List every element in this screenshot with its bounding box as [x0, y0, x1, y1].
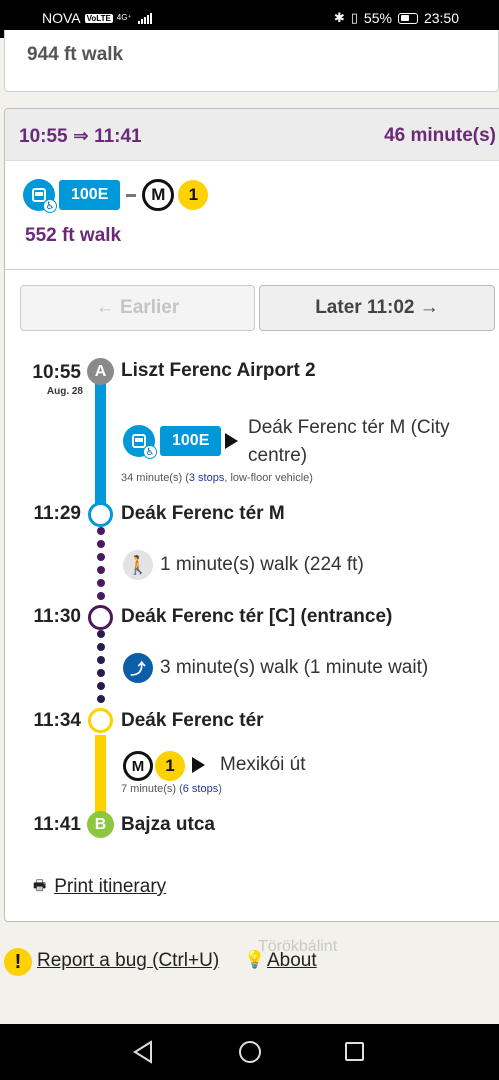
bus-leg-line [95, 377, 106, 515]
recents-icon[interactable] [345, 1042, 364, 1061]
status-right: ✱ ▯ 55% 23:50 [334, 10, 459, 26]
transfer-leg-dots [97, 630, 105, 708]
walk-leg-dots [97, 527, 105, 605]
bus-icon: ♿ [123, 425, 157, 459]
start-marker: A [87, 358, 114, 385]
end-marker: B [87, 811, 114, 838]
lightbulb-icon: 💡 [244, 950, 266, 969]
route-badge: 100E [160, 426, 222, 456]
leg-extra: , low-floor vehicle) [224, 472, 313, 484]
bluetooth-icon: ✱ [333, 10, 345, 25]
bus-icon: ♿ [23, 179, 57, 213]
stops-link[interactable]: 3 stops [189, 472, 224, 484]
warning-icon: ! [4, 948, 32, 976]
stop-node [88, 708, 113, 733]
route-badge: 100E [59, 180, 121, 210]
leg-duration: 34 minute(s) ( [121, 472, 189, 484]
metro-leg-line [95, 735, 106, 813]
metro-icon: M [142, 179, 175, 211]
vibrate-icon: ▯ [350, 10, 358, 25]
stop-time: 11:30 [33, 606, 81, 627]
wheelchair-icon: ♿ [43, 199, 57, 213]
about-link[interactable]: About [267, 950, 317, 972]
divider [5, 269, 499, 270]
itinerary-card: 10:55 ⇒ 11:41 46 minute(s) ♿ 100E M 1 55… [4, 108, 499, 922]
navigation-bar [0, 1024, 499, 1080]
stop-time: 11:34 [33, 710, 81, 731]
stop-time: 11:29 [33, 503, 81, 524]
walk-icon: 🚶 [123, 550, 153, 580]
walk-distance: 552 ft walk [25, 225, 122, 246]
later-button[interactable]: Later 11:02 → [259, 285, 495, 331]
wheelchair-icon: ♿ [143, 445, 157, 459]
stop-name: Liszt Ferenc Airport 2 [121, 360, 316, 381]
metro-icon: M [123, 751, 153, 781]
earlier-button[interactable]: ← Earlier [20, 285, 255, 331]
stop-name: Deák Ferenc tér M [121, 503, 285, 524]
battery-percent: 55% [363, 10, 392, 26]
stop-name: Bajza utca [121, 814, 215, 835]
stop-name: Deák Ferenc tér [C] (entrance) [121, 606, 393, 627]
total-duration: 46 minute(s) [384, 125, 496, 146]
clock: 23:50 [423, 10, 459, 26]
route-connector [126, 193, 137, 197]
leg-details: 34 minute(s) (3 stops, low-floor vehicle… [121, 472, 313, 484]
stop-node [88, 502, 113, 527]
leg-extra: ) [218, 783, 222, 795]
stop-name: Deák Ferenc tér [121, 710, 264, 731]
metro-line-badge: 1 [178, 180, 209, 210]
transfer-leg-text: 3 minute(s) walk (1 minute wait) [160, 657, 429, 678]
stop-time: 10:55 [32, 362, 81, 383]
previous-walk-distance: 944 ft walk [27, 44, 124, 65]
stop-node [88, 605, 113, 630]
battery-icon [397, 12, 418, 24]
route-summary: ♿ 100E M 1 [23, 179, 209, 213]
carrier-label: NOVA [42, 10, 81, 26]
stop-time: 11:41 [33, 814, 81, 835]
status-left: NOVA VoLTE 4G⁺ [42, 10, 152, 26]
leg-details: 7 minute(s) (6 stops) [121, 783, 222, 795]
option-header[interactable]: 10:55 ⇒ 11:41 46 minute(s) [5, 109, 499, 161]
direction-icon [225, 433, 238, 449]
back-icon[interactable] [133, 1040, 153, 1064]
previous-option-card[interactable]: 944 ft walk [4, 30, 499, 92]
report-bug-link[interactable]: Report a bug (Ctrl+U) [37, 950, 219, 972]
volte-badge: VoLTE [84, 13, 113, 23]
metro-line-badge: 1 [155, 751, 185, 781]
home-icon[interactable] [239, 1041, 261, 1063]
signal-icon [137, 12, 152, 24]
stop-date: Aug. 28 [46, 386, 83, 397]
time-range: 10:55 ⇒ 11:41 [19, 126, 142, 147]
stops-link[interactable]: 6 stops [183, 783, 218, 795]
direction-icon [192, 757, 205, 773]
leg-duration: 7 minute(s) ( [121, 783, 183, 795]
print-link[interactable]: Print itinerary [54, 876, 166, 898]
escalator-icon: ⤴ [123, 653, 153, 683]
footer-links: ! Report a bug (Ctrl+U) 💡 About [4, 946, 499, 978]
leg-destination: Mexikói út [220, 754, 306, 775]
leg-destination: Deák Ferenc tér M (City centre) [248, 417, 450, 466]
network-type: 4G⁺ [116, 13, 132, 22]
printer-icon: 🖶 [33, 877, 47, 893]
print-itinerary[interactable]: 🖶 Print itinerary [33, 875, 166, 899]
walk-leg-text: 1 minute(s) walk (224 ft) [160, 554, 364, 575]
